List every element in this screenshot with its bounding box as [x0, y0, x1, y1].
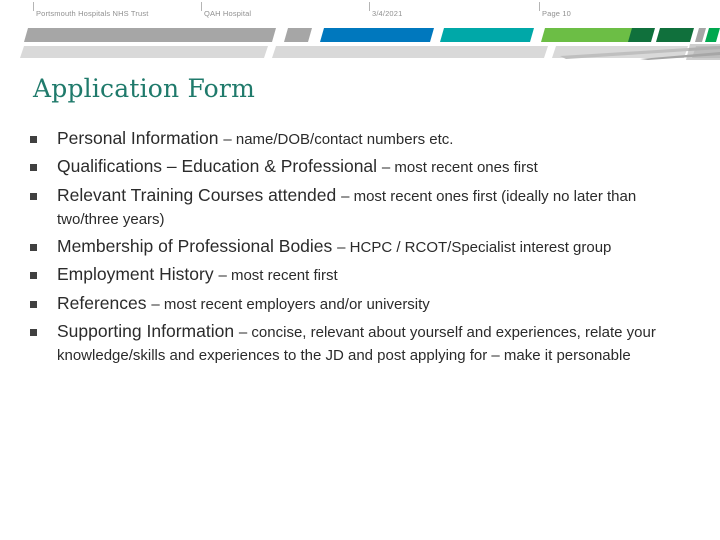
list-item: Employment History – most recent first: [30, 263, 696, 286]
banner-bar-gray-short: [284, 28, 312, 42]
list-item-text: Qualifications – Education & Professiona…: [57, 155, 696, 178]
square-bullet-icon: [30, 164, 37, 172]
list-item-text: Membership of Professional Bodies – HCPC…: [57, 235, 696, 258]
header-tick-site: [201, 2, 202, 11]
banner-bar-gray-small: [695, 28, 706, 42]
banner-slab-light-two: [272, 46, 548, 58]
banner-wedge-gray-right: [686, 44, 720, 60]
header-date: 3/4/2021: [372, 9, 403, 18]
list-item: Relevant Training Courses attended – mos…: [30, 184, 696, 231]
list-item-lead: Supporting Information: [57, 320, 239, 341]
list-item-detail: – most recent employers and/or universit…: [151, 295, 430, 313]
banner-bar-bright-green: [705, 28, 720, 42]
banner-bar-gray-small-two: [628, 28, 655, 42]
banner-slab-light-one: [20, 46, 268, 58]
banner-bar-gray-long: [24, 28, 276, 42]
header-tick-page: [539, 2, 540, 11]
header-tick-date: [369, 2, 370, 11]
list-item-detail: – name/DOB/contact numbers etc.: [223, 131, 454, 148]
square-bullet-icon: [30, 136, 37, 143]
square-bullet-icon: [30, 300, 37, 308]
list-item-text: References – most recent employers and/o…: [57, 292, 696, 315]
banner-bar-dark-green: [656, 28, 694, 42]
list-item: References – most recent employers and/o…: [30, 292, 696, 315]
list-item-text: Relevant Training Courses attended – mos…: [57, 184, 696, 231]
square-bullet-icon: [30, 272, 37, 280]
square-bullet-icon: [30, 192, 37, 200]
header-trust-name: Portsmouth Hospitals NHS Trust: [36, 9, 149, 18]
bullet-list: Personal Information – name/DOB/contact …: [30, 127, 696, 371]
list-item-lead: Personal Information: [57, 128, 224, 148]
list-item: Membership of Professional Bodies – HCPC…: [30, 235, 696, 258]
list-item: Qualifications – Education & Professiona…: [30, 155, 696, 178]
list-item-lead: Relevant Training Courses attended: [57, 184, 342, 205]
list-item-lead: References: [57, 292, 152, 313]
header-tick-trust: [33, 2, 34, 11]
header-page-number: Page 10: [542, 9, 571, 18]
page-title: Application Form: [33, 74, 255, 103]
list-item-detail: – most recent ones first: [381, 159, 538, 177]
list-item-lead: Employment History: [57, 264, 219, 285]
list-item: Supporting Information – concise, releva…: [30, 320, 696, 367]
square-bullet-icon: [30, 328, 37, 336]
list-item-text: Employment History – most recent first: [57, 263, 696, 286]
list-item: Personal Information – name/DOB/contact …: [30, 127, 696, 150]
list-item-lead: Membership of Professional Bodies: [57, 236, 338, 257]
banner-bar-teal: [440, 28, 534, 42]
list-item-detail: – HCPC / RCOT/Specialist interest group: [337, 239, 612, 257]
list-item-detail: – most recent first: [218, 267, 338, 285]
list-item-text: Supporting Information – concise, releva…: [57, 320, 696, 367]
decorative-banner-graphic: [20, 28, 720, 60]
list-item-text: Personal Information – name/DOB/contact …: [57, 127, 696, 150]
list-item-lead: Qualifications – Education & Professiona…: [57, 156, 382, 177]
square-bullet-icon: [30, 244, 37, 252]
banner-bar-blue: [320, 28, 434, 42]
header-site-name: QAH Hospital: [204, 9, 252, 18]
